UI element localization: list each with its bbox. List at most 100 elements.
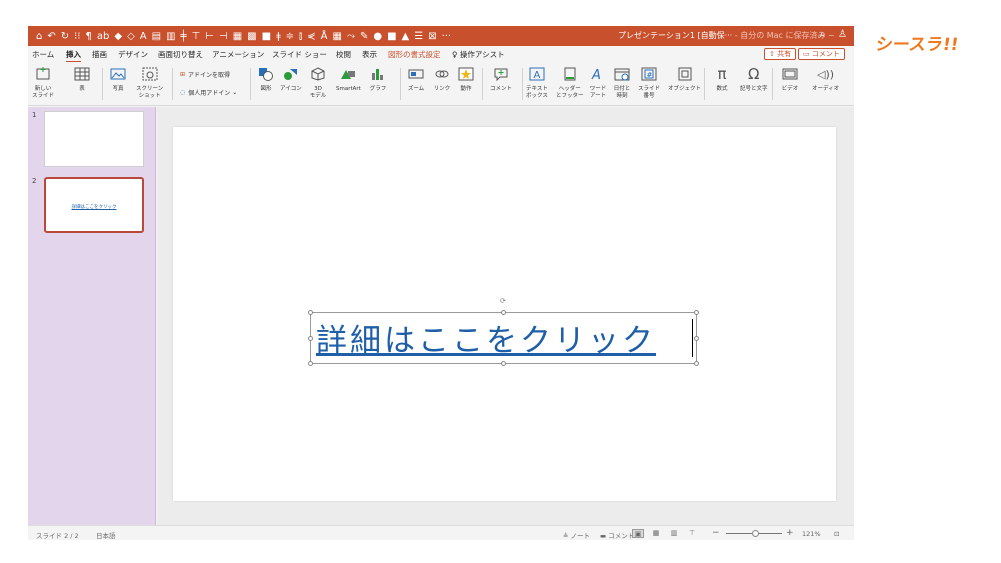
language-indicator[interactable]: 日本語 xyxy=(96,530,116,540)
zoom-in-icon[interactable]: + xyxy=(786,528,794,538)
date-time-button[interactable]: 日付と 時刻 xyxy=(612,66,632,99)
notes-button[interactable]: ≜ ノート xyxy=(563,530,590,540)
lines-icon[interactable]: ☰ xyxy=(414,31,423,42)
selected-text-box[interactable]: ⟳ 詳細はここをクリック xyxy=(308,298,699,366)
equal-icon[interactable]: ≑ xyxy=(286,31,294,42)
align-left-icon[interactable]: ⊢ xyxy=(205,31,214,42)
zoom-level[interactable]: 121% xyxy=(802,530,821,538)
3d-models-button[interactable]: 3D モデル xyxy=(308,66,328,99)
tab-design[interactable]: デザイン xyxy=(118,49,148,60)
chart-button[interactable]: グラフ xyxy=(368,66,388,93)
rotate-handle-icon[interactable]: ⟳ xyxy=(500,298,507,305)
text-box-button[interactable]: A テキスト ボックス xyxy=(526,66,548,99)
tab-view[interactable]: 表示 xyxy=(362,49,377,60)
search-icon[interactable]: ⌕ xyxy=(820,29,826,40)
share-button[interactable]: ⇧ 共有 xyxy=(764,48,797,60)
object-button[interactable]: オブジェクト xyxy=(668,66,701,93)
bring-forward-icon[interactable]: ■ xyxy=(262,31,271,42)
shape-fill-icon[interactable]: ◆ xyxy=(114,31,122,42)
comment-button[interactable]: ▭ コメント xyxy=(798,48,845,60)
symbol-button[interactable]: Ω 記号と文字 xyxy=(740,65,768,93)
slide-indicator: スライド 2 / 2 xyxy=(36,532,79,540)
slide-thumbnail-pane[interactable]: 1 2 詳細はここをクリック xyxy=(28,107,156,525)
tell-me[interactable]: ♀ 操作アシスト xyxy=(452,49,505,60)
resize-handle[interactable] xyxy=(694,310,699,315)
arrange-icon[interactable]: ▥ xyxy=(166,31,175,42)
connector-icon[interactable]: ⤳ xyxy=(347,31,355,42)
speaker-icon: ◁)) xyxy=(817,67,835,81)
tab-slideshow[interactable]: スライド ショー xyxy=(272,49,327,60)
grid-icon[interactable]: ⁝⁝ xyxy=(74,31,80,42)
resize-handle[interactable] xyxy=(308,361,313,366)
photo-button[interactable]: 写真 xyxy=(108,66,128,93)
zoom-button[interactable]: ズーム xyxy=(406,66,426,93)
shapes-button[interactable]: 図形 xyxy=(256,66,276,93)
my-addins-button[interactable]: ◌ 個人用アドイン ⌄ xyxy=(180,88,237,97)
tab-shape-format[interactable]: 図形の書式設定 xyxy=(388,49,441,60)
format-painter-icon[interactable]: ✎ xyxy=(360,31,368,42)
distribute-icon[interactable]: ╪ xyxy=(181,31,187,42)
redo-icon[interactable]: ↻ xyxy=(61,31,69,42)
zoom-out-icon[interactable]: − xyxy=(712,528,720,538)
equation-button[interactable]: π 数式 xyxy=(712,65,732,93)
new-slide-button[interactable]: 新しい スライド xyxy=(32,66,54,99)
slideshow-view-icon[interactable]: ⊤ xyxy=(686,529,698,538)
icons-button[interactable]: アイコン xyxy=(280,66,302,93)
zoom-slider-handle[interactable] xyxy=(752,530,759,537)
tab-animations[interactable]: アニメーション xyxy=(212,49,264,60)
slide-sorter-icon[interactable]: ▦ xyxy=(650,529,662,538)
square-icon[interactable]: ■ xyxy=(387,31,396,42)
resize-handle[interactable] xyxy=(694,336,699,341)
slide-thumbnail-2[interactable]: 詳細はここをクリック xyxy=(44,177,144,233)
link-button[interactable]: リンク xyxy=(432,66,452,93)
circle-icon[interactable]: ● xyxy=(373,31,382,42)
fit-slide-icon[interactable]: ⊡ xyxy=(834,530,839,538)
more-icon[interactable]: ··· xyxy=(442,31,452,42)
resize-handle[interactable] xyxy=(501,361,506,366)
text-direction-icon[interactable]: ¶ xyxy=(86,31,92,42)
audio-button[interactable]: ◁)) オーディオ xyxy=(812,66,839,93)
tab-insert[interactable]: 挿入 xyxy=(66,49,81,63)
header-footer-button[interactable]: ヘッダー とフッター xyxy=(556,66,584,99)
group-icon[interactable]: ▦ xyxy=(233,31,242,42)
align-top-icon[interactable]: ⊤ xyxy=(192,31,201,42)
font-color-icon[interactable]: A xyxy=(140,31,147,42)
slide-canvas[interactable]: ⟳ 詳細はここをクリック xyxy=(173,127,836,501)
slide-thumbnail-1[interactable] xyxy=(44,111,144,167)
tab-home[interactable]: ホーム xyxy=(32,49,54,60)
tab-review[interactable]: 校閲 xyxy=(336,49,351,60)
triangle-icon[interactable]: ▲ xyxy=(402,31,410,42)
get-addins-button[interactable]: ⊞ アドインを取得 xyxy=(180,70,230,79)
table-button[interactable]: 表 xyxy=(72,66,92,93)
home-icon[interactable]: ⌂ xyxy=(36,31,42,42)
box-icon[interactable]: ⊠ xyxy=(428,31,436,42)
align-right-icon[interactable]: ⊣ xyxy=(219,31,228,42)
video-button[interactable]: ビデオ xyxy=(780,66,800,93)
tab-transitions[interactable]: 画面切り替え xyxy=(158,49,203,60)
resize-handle[interactable] xyxy=(308,336,313,341)
resize-handle[interactable] xyxy=(308,310,313,315)
tab-draw[interactable]: 描画 xyxy=(92,49,107,60)
smartart-button[interactable]: SmartArt xyxy=(336,66,361,93)
spacing-icon[interactable]: ⫾ xyxy=(299,31,302,42)
action-button[interactable]: 動作 xyxy=(456,66,476,93)
table-icon[interactable]: ▦ xyxy=(332,31,341,42)
ungroup-icon[interactable]: ▩ xyxy=(247,31,256,42)
slide-number-button[interactable]: # スライド 番号 xyxy=(638,66,660,99)
screenshot-button[interactable]: スクリーン ショット xyxy=(136,66,163,99)
normal-view-icon[interactable]: ▣ xyxy=(632,529,644,538)
resize-handle[interactable] xyxy=(694,361,699,366)
wordart-button[interactable]: A ワード アート xyxy=(588,66,608,99)
undo-icon[interactable]: ↶ xyxy=(47,31,55,42)
reading-view-icon[interactable]: ▥ xyxy=(668,529,680,538)
text-icon[interactable]: Å xyxy=(321,31,328,42)
hyperlink-text[interactable]: 詳細はここをクリック xyxy=(316,315,656,360)
align-icon[interactable]: ▤ xyxy=(152,31,161,42)
comments-button[interactable]: ▬ コメント xyxy=(600,530,634,540)
ab-label[interactable]: ab xyxy=(97,31,109,42)
add-icon[interactable]: ǂ xyxy=(276,31,281,42)
less-icon[interactable]: ⋞ xyxy=(307,31,315,42)
person-icon[interactable]: ♙ xyxy=(838,29,847,40)
comment-insert-button[interactable]: コメント xyxy=(490,66,512,93)
shape-outline-icon[interactable]: ◇ xyxy=(127,31,135,42)
